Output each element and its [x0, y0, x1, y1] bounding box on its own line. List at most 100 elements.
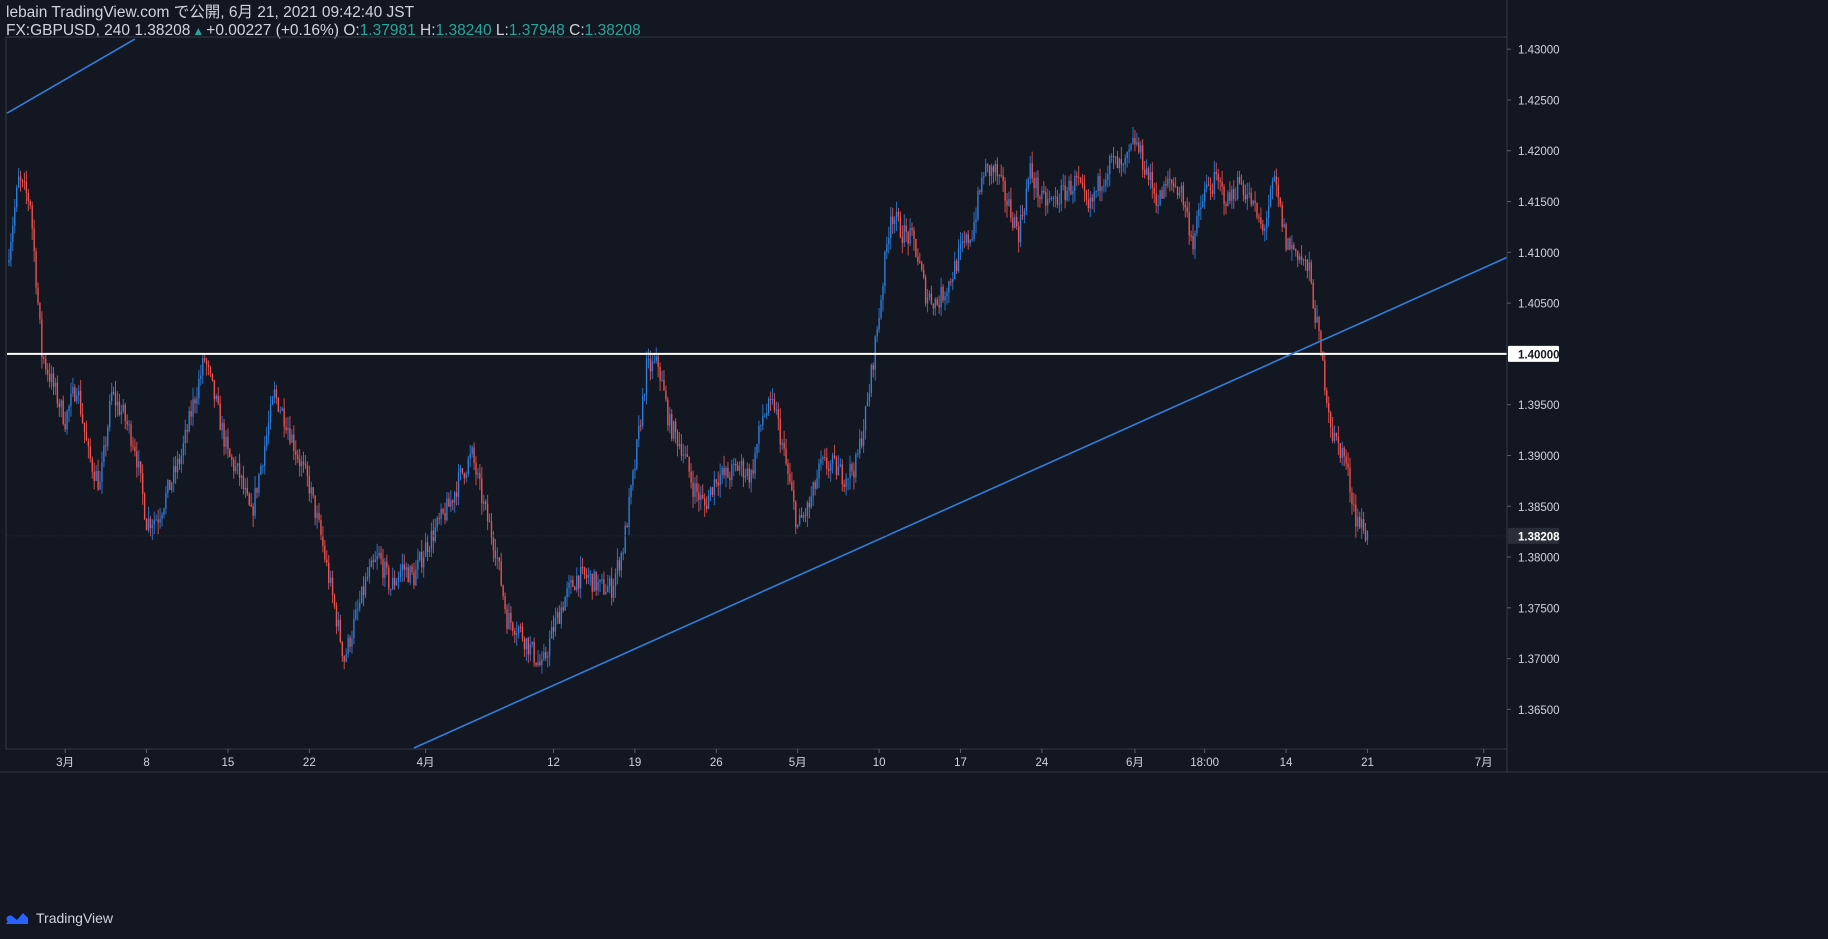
candle-body [1248, 192, 1250, 195]
candle-body [1291, 244, 1293, 249]
price-tick-label: 1.42000 [1518, 146, 1560, 158]
candle-body [587, 575, 590, 578]
candle [1010, 187, 1012, 223]
candle-body [674, 421, 677, 432]
candle-body [754, 453, 756, 474]
candle [556, 607, 559, 625]
candle [99, 470, 101, 491]
candle-body [1068, 180, 1070, 191]
candle-body [386, 561, 388, 568]
candle-body [773, 398, 776, 411]
candle [196, 387, 198, 414]
candle [252, 503, 254, 528]
candle-body [671, 414, 673, 439]
footer-branding[interactable]: TradingView [4, 910, 113, 926]
candle [915, 238, 917, 258]
candle-body [735, 463, 737, 466]
candle [818, 458, 820, 489]
price-axis[interactable]: 1.43000 1.42500 1.42000 1.41500 1.41000 1.405… [7, 0, 1560, 772]
candle [957, 239, 960, 273]
price-tick-label: 1.43000 [1518, 45, 1560, 57]
candle-body [1157, 205, 1159, 207]
candle [975, 207, 977, 234]
candle [1326, 387, 1328, 408]
candle-body [335, 606, 338, 627]
candle-body [1167, 178, 1169, 186]
candle [581, 557, 584, 575]
candle-body [1314, 307, 1316, 323]
candle [996, 157, 998, 185]
candle-body [641, 395, 644, 427]
candle [17, 168, 20, 189]
candle-body [109, 401, 111, 428]
candle [202, 354, 204, 384]
candle-body [1091, 197, 1093, 202]
candle [1014, 213, 1016, 229]
candle [31, 201, 33, 240]
trendline[interactable] [6, 38, 136, 114]
candle [678, 431, 681, 450]
candle-body [826, 457, 828, 469]
candle [103, 435, 105, 468]
candle [64, 411, 66, 433]
candle-body [1097, 176, 1099, 192]
candle [977, 186, 979, 222]
candle [905, 218, 907, 242]
drawings[interactable] [6, 38, 1508, 749]
candle [614, 568, 617, 598]
candle [339, 614, 342, 644]
candle-body [1103, 185, 1105, 187]
candle-body [612, 586, 615, 598]
candle [719, 463, 721, 498]
candle [1114, 156, 1117, 165]
time-tick-label: 4月 [417, 757, 435, 769]
candle [1190, 230, 1192, 242]
candle [349, 634, 351, 653]
price-chart[interactable]: 1.43000 1.42500 1.42000 1.41500 1.41000 1.405… [0, 0, 1828, 939]
candle-body [376, 555, 378, 560]
candle [180, 448, 183, 473]
candle-body [655, 356, 657, 362]
candle-body [62, 400, 64, 424]
candle [1109, 154, 1111, 187]
candle [1116, 150, 1119, 169]
price-tick-label: 1.39000 [1518, 451, 1560, 463]
candle [1140, 140, 1142, 160]
candle [1254, 191, 1256, 212]
candle [510, 605, 512, 631]
candle-body [601, 579, 603, 581]
candle-body [703, 498, 706, 506]
candle [812, 481, 814, 507]
candle [942, 284, 944, 303]
candle [1155, 182, 1157, 213]
candle-body [95, 470, 97, 481]
candle [1172, 177, 1175, 193]
candle [901, 225, 904, 254]
candle-body [529, 644, 531, 655]
candle [1310, 259, 1312, 285]
candle-body [1079, 178, 1082, 183]
candle [936, 296, 938, 307]
candle-body [1180, 185, 1183, 193]
candle-body [260, 466, 262, 475]
candle [1122, 162, 1124, 173]
candle-body [659, 366, 661, 381]
candle [1070, 173, 1072, 196]
candle [983, 172, 985, 185]
trendline[interactable] [413, 256, 1508, 749]
candle [953, 251, 956, 280]
candle-body [287, 428, 289, 431]
candle [362, 576, 365, 607]
candle-body [41, 319, 43, 358]
candle-body [74, 387, 76, 402]
time-axis[interactable]: 3月 8 15 22 4月 12 19 26 5月 10 17 24 6月 18:00 14 21 7月 [56, 749, 1493, 769]
candle [1027, 176, 1029, 192]
time-tick-label: 6月 [1126, 757, 1144, 769]
candle [1029, 156, 1031, 185]
candle [692, 470, 694, 508]
candle-body [684, 454, 686, 456]
candle-body [849, 464, 851, 479]
candle-body [605, 592, 607, 595]
candle-body [1023, 210, 1026, 216]
candle-body [512, 622, 514, 632]
